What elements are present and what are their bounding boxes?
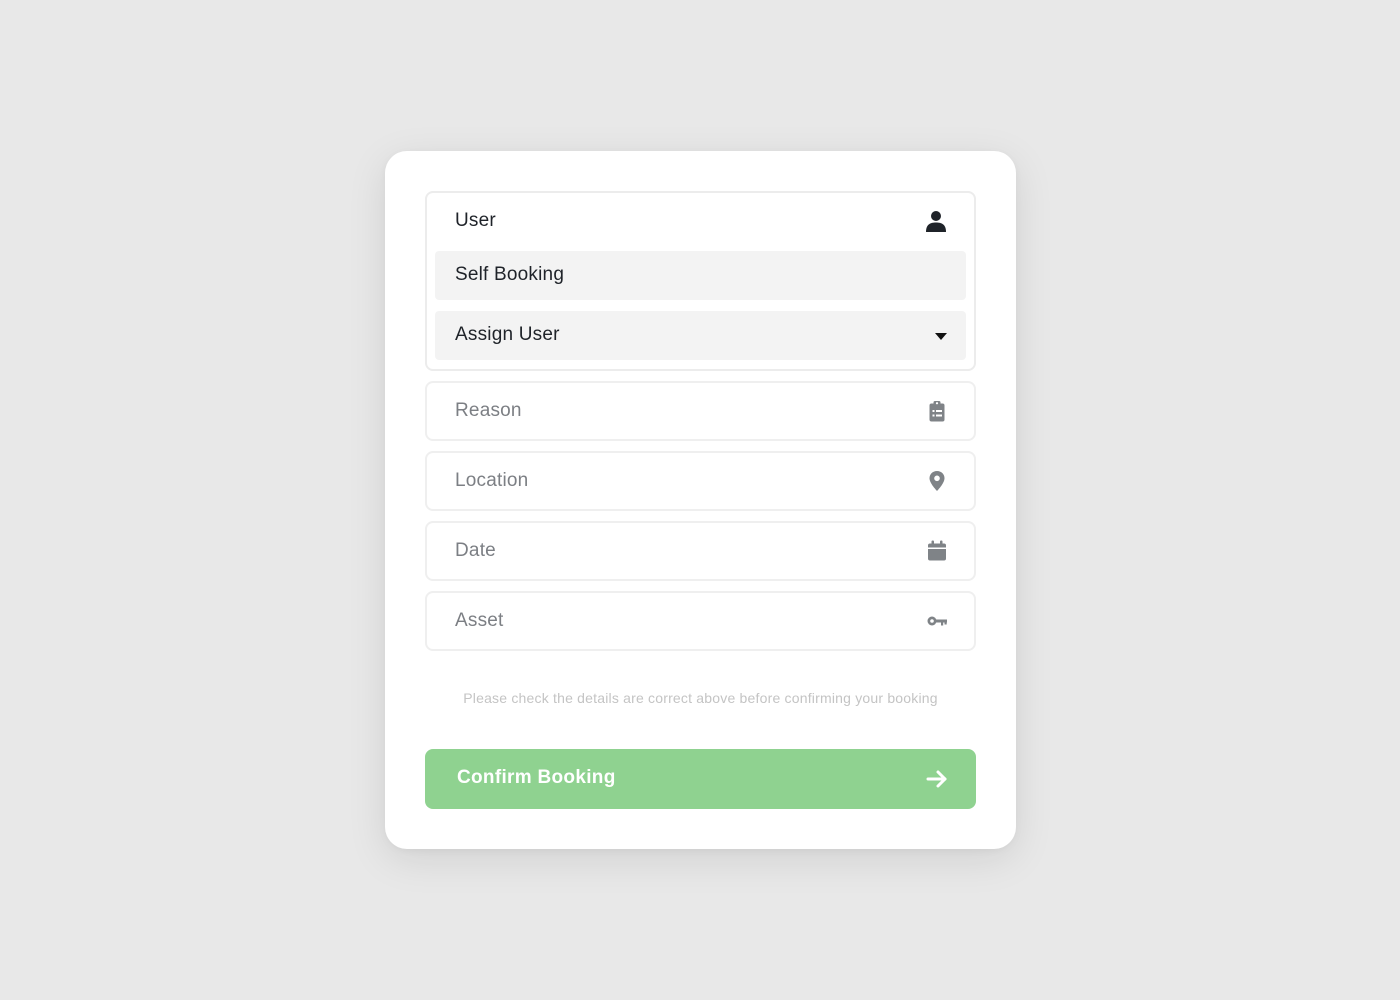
user-icon	[924, 209, 948, 233]
booking-card: User Self Booking Assign User Reason Loc…	[385, 151, 1016, 849]
option-assign-user-label: Assign User	[455, 324, 560, 345]
user-selector-label: User	[455, 210, 496, 231]
option-assign-user[interactable]: Assign User	[435, 311, 966, 360]
option-self-booking-label: Self Booking	[455, 264, 565, 285]
clipboard-list-icon	[926, 400, 948, 422]
confirm-booking-button[interactable]: Confirm Booking	[425, 749, 976, 809]
location-field[interactable]: Location	[425, 451, 976, 511]
date-placeholder: Date	[455, 540, 496, 561]
caret-down-icon[interactable]	[934, 329, 948, 341]
confirmation-note: Please check the details are correct abo…	[463, 690, 938, 706]
key-icon	[926, 610, 948, 632]
location-placeholder: Location	[455, 470, 529, 491]
arrow-right-icon	[926, 768, 948, 790]
reason-field[interactable]: Reason	[425, 381, 976, 441]
reason-placeholder: Reason	[455, 400, 522, 421]
map-marker-icon	[926, 470, 948, 492]
confirm-booking-label: Confirm Booking	[457, 767, 616, 788]
date-field[interactable]: Date	[425, 521, 976, 581]
option-self-booking[interactable]: Self Booking	[435, 251, 966, 300]
calendar-icon	[926, 540, 948, 562]
user-selector-header[interactable]: User	[427, 193, 974, 251]
asset-placeholder: Asset	[455, 610, 504, 631]
user-selector[interactable]: User Self Booking Assign User	[425, 191, 976, 371]
asset-field[interactable]: Asset	[425, 591, 976, 651]
